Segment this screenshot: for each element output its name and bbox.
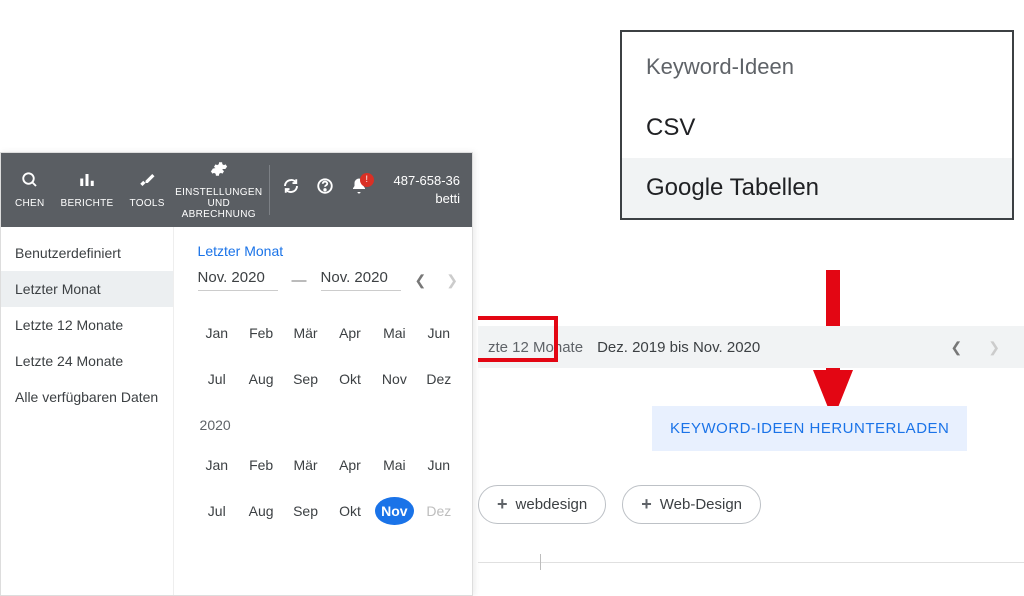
month-cell[interactable]: Jun xyxy=(420,451,458,479)
notification-badge: ! xyxy=(360,173,374,187)
month-cell[interactable]: Apr xyxy=(331,451,369,479)
month-cell-disabled: Dez xyxy=(420,497,458,525)
date-picker-panel: CHEN BERICHTE TOOLS EINSTELLUNGEN UND AB… xyxy=(0,152,473,596)
top-toolbar: CHEN BERICHTE TOOLS EINSTELLUNGEN UND AB… xyxy=(1,153,472,227)
chip-label: webdesign xyxy=(516,496,588,513)
range-value: Dez. 2019 bis Nov. 2020 xyxy=(597,339,760,356)
month-cell[interactable]: Mai xyxy=(375,451,413,479)
month-cell[interactable]: Apr xyxy=(331,319,369,347)
calendar-range-row: Nov. 2020 — Nov. 2020 ❮ ❯ xyxy=(198,269,458,291)
plus-icon: + xyxy=(641,494,652,515)
account-id: 487-658-36 xyxy=(394,172,461,190)
help-button[interactable] xyxy=(308,153,342,227)
calendar-prev[interactable]: ❮ xyxy=(415,272,427,289)
month-cell[interactable]: Jan xyxy=(198,319,236,347)
date-range-bar[interactable]: zte 12 Monate Dez. 2019 bis Nov. 2020 ❮ … xyxy=(478,326,1024,368)
calendar-area: Letzter Monat Nov. 2020 — Nov. 2020 ❮ ❯ … xyxy=(174,227,472,595)
chart-axis-tick xyxy=(540,554,541,570)
preset-all[interactable]: Alle verfügbaren Daten xyxy=(1,379,173,415)
month-cell[interactable]: Sep xyxy=(286,365,324,393)
month-cell[interactable]: Aug xyxy=(242,365,280,393)
calendar-year-label: 2020 xyxy=(200,417,458,433)
help-icon xyxy=(316,177,334,200)
keyword-chip[interactable]: + webdesign xyxy=(478,485,606,524)
gear-icon xyxy=(210,160,228,183)
month-cell[interactable]: Aug xyxy=(242,497,280,525)
date-picker-body: Benutzerdefiniert Letzter Monat Letzte 1… xyxy=(1,227,472,595)
calendar-nav: ❮ ❯ xyxy=(415,272,458,289)
annotation-frame-icon xyxy=(478,316,558,362)
date-preset-list: Benutzerdefiniert Letzter Monat Letzte 1… xyxy=(1,227,174,595)
range-from[interactable]: Nov. 2020 xyxy=(198,269,278,291)
bell-icon: ! xyxy=(350,177,368,200)
range-dash: — xyxy=(292,272,307,289)
search-label: CHEN xyxy=(15,198,45,209)
settings-billing-button[interactable]: EINSTELLUNGEN UND ABRECHNUNG xyxy=(173,153,265,227)
popup-heading: Keyword-Ideen xyxy=(622,44,1012,98)
month-cell[interactable]: Mär xyxy=(286,451,324,479)
reports-label: BERICHTE xyxy=(61,198,114,209)
month-cell[interactable]: Feb xyxy=(242,319,280,347)
reports-button[interactable]: BERICHTE xyxy=(53,153,122,227)
notifications-button[interactable]: ! xyxy=(342,153,376,227)
popup-option-google-sheets[interactable]: Google Tabellen xyxy=(622,158,1012,218)
calendar-title: Letzter Monat xyxy=(198,243,458,259)
toolbar-divider xyxy=(269,165,270,215)
month-cell-selected[interactable]: Nov xyxy=(375,497,413,525)
tools-icon xyxy=(138,171,156,194)
preset-custom[interactable]: Benutzerdefiniert xyxy=(1,235,173,271)
reports-icon xyxy=(78,171,96,194)
range-prev[interactable]: ❮ xyxy=(951,339,963,356)
month-cell[interactable]: Okt xyxy=(331,497,369,525)
calendar-next[interactable]: ❯ xyxy=(446,272,458,289)
tools-button[interactable]: TOOLS xyxy=(122,153,173,227)
month-cell[interactable]: Feb xyxy=(242,451,280,479)
search-button[interactable]: CHEN xyxy=(7,153,53,227)
keyword-chip-row: + webdesign + Web-Design xyxy=(478,485,761,524)
refresh-icon xyxy=(282,177,300,200)
chip-label: Web-Design xyxy=(660,496,742,513)
download-format-popup: Keyword-Ideen CSV Google Tabellen xyxy=(620,30,1014,220)
month-cell[interactable]: Jun xyxy=(420,319,458,347)
range-nav: ❮ ❯ xyxy=(951,339,1024,356)
range-next[interactable]: ❯ xyxy=(988,339,1000,356)
month-cell[interactable]: Mai xyxy=(375,319,413,347)
month-cell[interactable]: Jan xyxy=(198,451,236,479)
account-info[interactable]: 487-658-36 betti xyxy=(394,172,467,208)
popup-option-csv[interactable]: CSV xyxy=(622,98,1012,158)
preset-last-12[interactable]: Letzte 12 Monate xyxy=(1,307,173,343)
search-icon xyxy=(21,171,39,194)
month-cell[interactable]: Nov xyxy=(375,365,413,393)
range-to[interactable]: Nov. 2020 xyxy=(321,269,401,291)
month-cell[interactable]: Jul xyxy=(198,365,236,393)
preset-last-24[interactable]: Letzte 24 Monate xyxy=(1,343,173,379)
preset-last-month[interactable]: Letzter Monat xyxy=(1,271,173,307)
month-cell[interactable]: Sep xyxy=(286,497,324,525)
month-cell[interactable]: Okt xyxy=(331,365,369,393)
month-cell[interactable]: Mär xyxy=(286,319,324,347)
keyword-chip[interactable]: + Web-Design xyxy=(622,485,761,524)
settings-label: EINSTELLUNGEN UND ABRECHNUNG xyxy=(175,187,262,220)
refresh-button[interactable] xyxy=(274,153,308,227)
download-keyword-ideas-button[interactable]: KEYWORD-IDEEN HERUNTERLADEN xyxy=(652,406,967,451)
month-cell[interactable]: Dez xyxy=(420,365,458,393)
chart-axis-line xyxy=(478,562,1024,563)
month-grid-year1: Jan Feb Mär Apr Mai Jun Jul Aug Sep Okt … xyxy=(198,319,458,393)
plus-icon: + xyxy=(497,494,508,515)
month-grid-year2: Jan Feb Mär Apr Mai Jun Jul Aug Sep Okt … xyxy=(198,451,458,525)
account-name: betti xyxy=(394,190,461,208)
tools-label: TOOLS xyxy=(130,198,165,209)
month-cell[interactable]: Jul xyxy=(198,497,236,525)
